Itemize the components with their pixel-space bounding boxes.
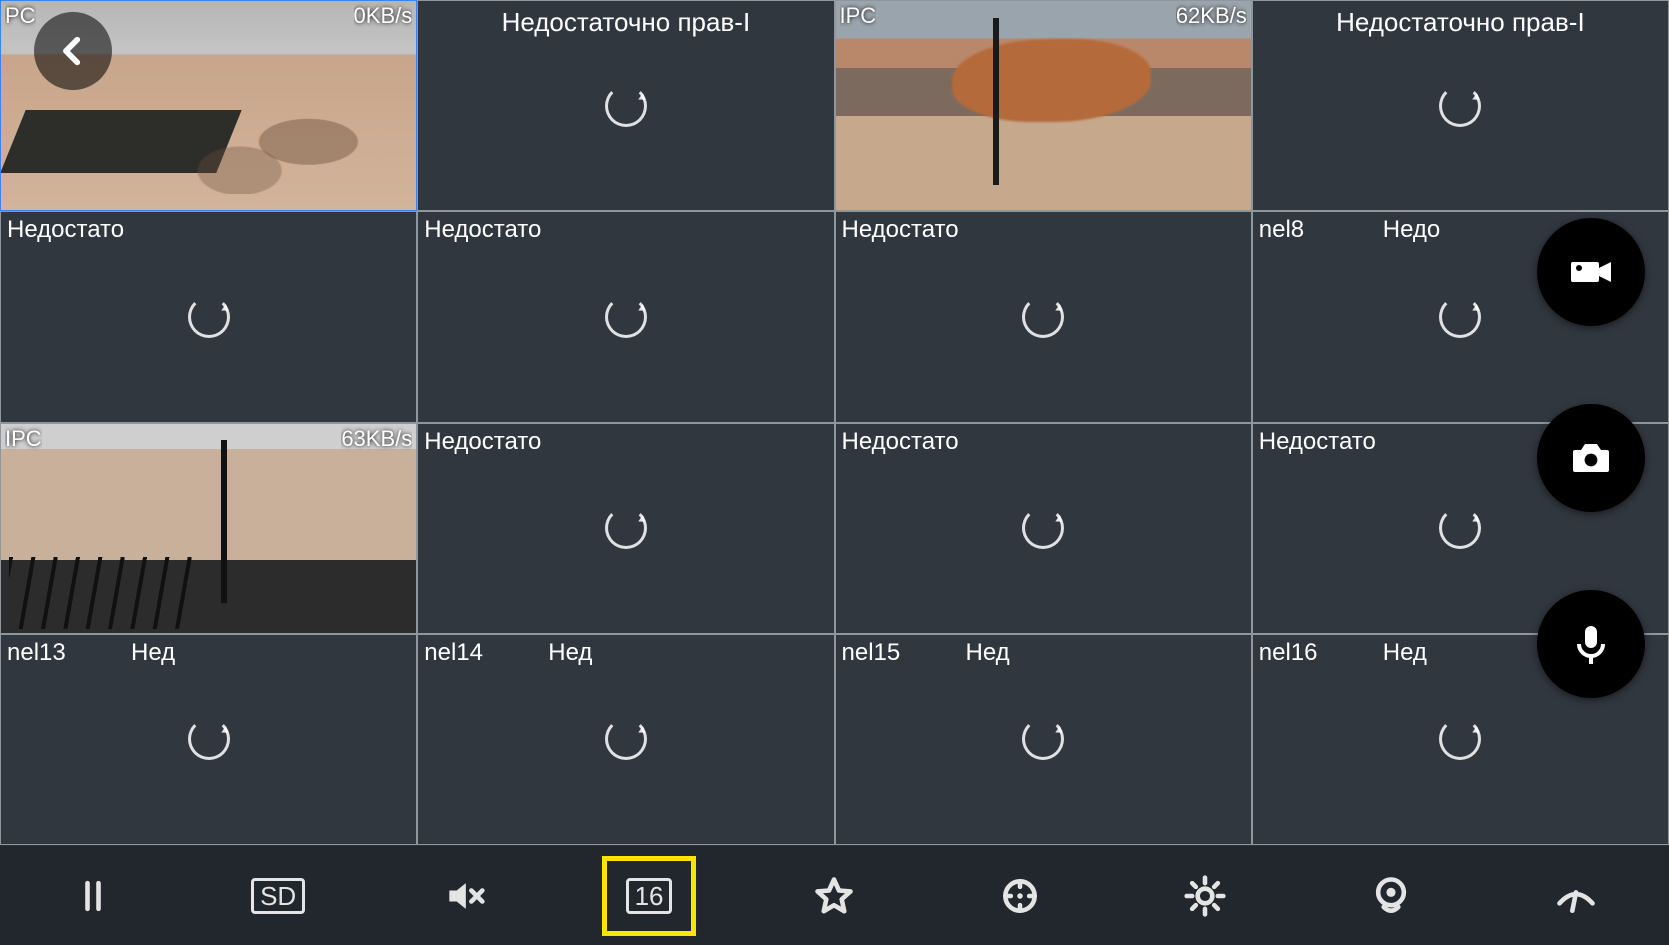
camera-tile-2[interactable]: Недостаточно прав-I [417, 0, 834, 211]
tile-channel-label: Недостато [842, 428, 959, 456]
mute-button[interactable] [424, 863, 504, 929]
lightbulb-icon [1183, 874, 1227, 918]
camera-tile-11[interactable]: Недостато [835, 423, 1252, 634]
tile-channel-label: nel16 [1259, 639, 1318, 667]
camera-icon [1567, 434, 1615, 482]
tile-status-trunc: Нед [131, 639, 175, 667]
camera-tile-14[interactable]: nel14 Нед [417, 634, 834, 845]
camera-tile-3[interactable]: IPC 62KB/s [835, 0, 1252, 211]
microphone-icon [1567, 620, 1615, 668]
tile-camera-label: IPC [840, 3, 877, 29]
tile-status-trunc: Нед [966, 639, 1010, 667]
tile-channel-label: Недостато [842, 216, 959, 244]
layout-label: 16 [626, 878, 673, 914]
tile-status-trunc: Нед [548, 639, 592, 667]
camera-tile-9[interactable]: IPC 63KB/s [0, 423, 417, 634]
record-video-button[interactable] [1537, 218, 1645, 326]
favorite-button[interactable] [794, 863, 874, 929]
camera-tile-15[interactable]: nel15 Нед [835, 634, 1252, 845]
tile-camera-label: IPC [5, 426, 42, 452]
tile-channel-label: Недостато [424, 216, 541, 244]
camera-grid: PC 0KB/s Недостаточно прав-I IPC 62KB/s Недос… [0, 0, 1669, 845]
camera-tile-5[interactable]: Недостато [0, 211, 417, 422]
layout-16-button[interactable]: 16 [609, 863, 689, 929]
tile-bitrate-label: 62KB/s [1176, 3, 1247, 29]
loading-spinner-icon[interactable] [605, 718, 647, 760]
tile-channel-label: nel13 [7, 639, 66, 667]
fisheye-icon [1369, 874, 1413, 918]
loading-spinner-icon[interactable] [605, 507, 647, 549]
loading-spinner-icon[interactable] [188, 718, 230, 760]
fisheye-button[interactable] [1351, 863, 1431, 929]
camera-tile-6[interactable]: Недостато [417, 211, 834, 422]
tile-bitrate-label: 63KB/s [341, 426, 412, 452]
loading-spinner-icon[interactable] [188, 296, 230, 338]
camera-feed-image [836, 1, 1251, 210]
loading-spinner-icon[interactable] [1439, 296, 1481, 338]
tile-channel-label: Недостато [7, 216, 124, 244]
pause-icon [71, 874, 115, 918]
app-root: PC 0KB/s Недостаточно прав-I IPC 62KB/s Недос… [0, 0, 1669, 945]
tile-status-trunc: Нед [1383, 639, 1427, 667]
microphone-button[interactable] [1537, 590, 1645, 698]
loading-spinner-icon[interactable] [1439, 718, 1481, 760]
loading-spinner-icon[interactable] [1439, 85, 1481, 127]
tile-bitrate-label: 0KB/s [354, 3, 413, 29]
speaker-mute-icon [442, 874, 486, 918]
tile-channel-label: nel14 [424, 639, 483, 667]
camera-tile-10[interactable]: Недостато [417, 423, 834, 634]
fab-stack [1537, 218, 1645, 698]
tile-channel-label: nel8 [1259, 216, 1304, 244]
tile-channel-label: nel15 [842, 639, 901, 667]
center-focus-icon [998, 874, 1042, 918]
wiper-icon [1554, 874, 1598, 918]
snapshot-button[interactable] [1537, 404, 1645, 512]
camera-tile-4[interactable]: Недостаточно прав-I [1252, 0, 1669, 211]
camera-feed-image [1, 424, 416, 633]
camera-tile-13[interactable]: nel13 Нед [0, 634, 417, 845]
loading-spinner-icon[interactable] [1022, 718, 1064, 760]
tile-status-trunc: Недо [1383, 216, 1441, 244]
quality-button[interactable]: SD [238, 863, 318, 929]
loading-spinner-icon[interactable] [1022, 507, 1064, 549]
chevron-left-icon [56, 34, 90, 68]
camera-tile-7[interactable]: Недостато [835, 211, 1252, 422]
loading-spinner-icon[interactable] [605, 296, 647, 338]
tile-status-title: Недостаточно прав-I [502, 7, 751, 38]
loading-spinner-icon[interactable] [1022, 296, 1064, 338]
video-camera-icon [1567, 248, 1615, 296]
star-icon [812, 874, 856, 918]
tile-camera-label: PC [5, 3, 36, 29]
quality-label: SD [251, 878, 305, 914]
tile-status-title: Недостаточно прав-I [1336, 7, 1585, 38]
loading-spinner-icon[interactable] [605, 85, 647, 127]
pause-button[interactable] [53, 863, 133, 929]
bottom-toolbar: SD 16 [0, 845, 1669, 945]
back-button[interactable] [34, 12, 112, 90]
tile-channel-label: Недостато [424, 428, 541, 456]
center-focus-button[interactable] [980, 863, 1060, 929]
wiper-button[interactable] [1536, 863, 1616, 929]
tile-channel-label: Недостато [1259, 428, 1376, 456]
loading-spinner-icon[interactable] [1439, 507, 1481, 549]
brightness-button[interactable] [1165, 863, 1245, 929]
